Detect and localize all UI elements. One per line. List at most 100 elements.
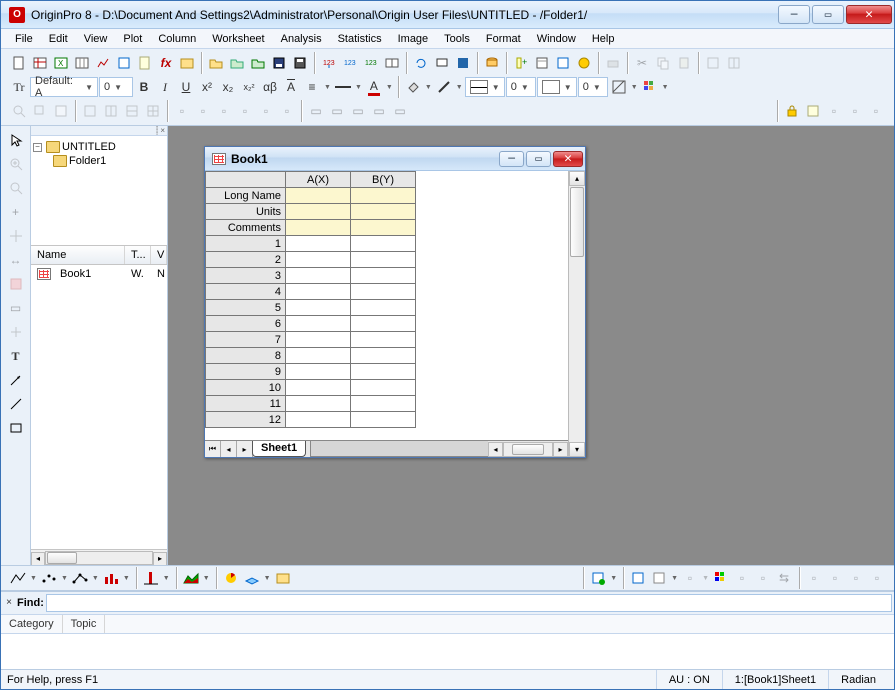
zoom-out-icon[interactable] bbox=[5, 178, 27, 198]
cell[interactable] bbox=[286, 284, 351, 300]
book-close-button[interactable]: ✕ bbox=[553, 151, 583, 167]
worksheet-grid[interactable]: A(X)B(Y) Long Name Units Comments 123456… bbox=[205, 171, 416, 428]
merge-icon[interactable]: ▫ bbox=[680, 568, 700, 588]
recalc-icon[interactable] bbox=[453, 53, 473, 73]
plot-pie-icon[interactable] bbox=[221, 568, 241, 588]
line-style-dropdown-icon[interactable]: ▼ bbox=[354, 84, 363, 91]
menu-view[interactable]: View bbox=[76, 31, 116, 47]
tab-category[interactable]: Category bbox=[1, 615, 63, 633]
row-number[interactable]: 12 bbox=[206, 412, 286, 428]
row-number[interactable]: 10 bbox=[206, 380, 286, 396]
underline-icon[interactable]: U bbox=[176, 77, 196, 97]
border-width-select[interactable]: 0▼ bbox=[578, 77, 608, 97]
panel-4-icon[interactable]: ▫ bbox=[235, 101, 255, 121]
col-b-header[interactable]: B(Y) bbox=[351, 172, 416, 188]
palette-dropdown-icon[interactable]: ▼ bbox=[661, 84, 670, 91]
rgb-icon[interactable] bbox=[711, 568, 731, 588]
tree-collapse-icon[interactable]: − bbox=[33, 143, 42, 152]
cell[interactable] bbox=[351, 204, 416, 220]
swap-icon[interactable]: ⇆ bbox=[774, 568, 794, 588]
open-icon[interactable] bbox=[206, 53, 226, 73]
new-graph-icon[interactable] bbox=[93, 53, 113, 73]
plot-column-icon[interactable] bbox=[101, 568, 121, 588]
border-pattern-select[interactable]: ▼ bbox=[537, 77, 577, 97]
panel-2-icon[interactable]: ▫ bbox=[193, 101, 213, 121]
arrow-tool-icon[interactable] bbox=[5, 370, 27, 390]
pointer-icon[interactable] bbox=[5, 130, 27, 150]
stack-2-icon[interactable]: ▭ bbox=[327, 101, 347, 121]
bold-icon[interactable]: B bbox=[134, 77, 154, 97]
new-layout-icon[interactable] bbox=[114, 53, 134, 73]
layout-b-icon[interactable] bbox=[101, 101, 121, 121]
menu-window[interactable]: Window bbox=[529, 31, 584, 47]
cell[interactable] bbox=[351, 412, 416, 428]
panel-3-icon[interactable]: ▫ bbox=[214, 101, 234, 121]
cell[interactable] bbox=[286, 236, 351, 252]
tree-root[interactable]: − UNTITLED bbox=[33, 140, 165, 154]
menu-file[interactable]: File bbox=[7, 31, 41, 47]
plot-column-dd-icon[interactable]: ▼ bbox=[122, 575, 131, 582]
screen-reader-icon[interactable]: + bbox=[5, 202, 27, 222]
cell[interactable] bbox=[351, 316, 416, 332]
plot-3d-icon[interactable] bbox=[242, 568, 262, 588]
paste-icon[interactable] bbox=[674, 53, 694, 73]
new-worksheet-icon[interactable] bbox=[30, 53, 50, 73]
cell[interactable] bbox=[286, 396, 351, 412]
menu-image[interactable]: Image bbox=[390, 31, 437, 47]
plot-3d-dd-icon[interactable]: ▼ bbox=[263, 575, 272, 582]
new-project-icon[interactable] bbox=[177, 53, 197, 73]
row-number[interactable]: 2 bbox=[206, 252, 286, 268]
duplicate-icon[interactable]: ▫ bbox=[866, 101, 886, 121]
row-number[interactable]: 1 bbox=[206, 236, 286, 252]
new-function-icon[interactable]: fx bbox=[156, 53, 176, 73]
layout-a-icon[interactable] bbox=[80, 101, 100, 121]
cell[interactable] bbox=[286, 268, 351, 284]
zoom-rect-icon[interactable] bbox=[30, 101, 50, 121]
sheet-tab[interactable]: Sheet1 bbox=[252, 441, 306, 457]
list-item[interactable]: Book1 W. N bbox=[31, 265, 167, 283]
palette-icon[interactable] bbox=[640, 77, 660, 97]
cell[interactable] bbox=[351, 188, 416, 204]
cell[interactable] bbox=[351, 348, 416, 364]
plot-scatter-icon[interactable] bbox=[39, 568, 59, 588]
cell[interactable] bbox=[286, 188, 351, 204]
row-number[interactable]: 3 bbox=[206, 268, 286, 284]
save-template-icon[interactable] bbox=[290, 53, 310, 73]
find-input[interactable] bbox=[46, 594, 892, 612]
fill-color-dropdown-icon[interactable]: ▼ bbox=[424, 84, 433, 91]
tree-child[interactable]: Folder1 bbox=[33, 154, 165, 168]
align-dropdown-icon[interactable]: ▼ bbox=[323, 84, 332, 91]
cell[interactable] bbox=[351, 364, 416, 380]
sheet-hscroll[interactable]: ◂▸ bbox=[488, 441, 568, 457]
greek-icon[interactable]: αβ bbox=[260, 77, 280, 97]
new-matrix-icon[interactable] bbox=[72, 53, 92, 73]
col-view[interactable]: V bbox=[151, 246, 167, 264]
open-template-icon[interactable] bbox=[227, 53, 247, 73]
new-layer-icon[interactable] bbox=[588, 568, 608, 588]
hatch-dropdown-icon[interactable]: ▼ bbox=[630, 84, 639, 91]
menu-worksheet[interactable]: Worksheet bbox=[204, 31, 272, 47]
stack-5-icon[interactable]: ▭ bbox=[390, 101, 410, 121]
cell[interactable] bbox=[351, 220, 416, 236]
cell[interactable] bbox=[286, 300, 351, 316]
close-button[interactable]: ✕ bbox=[846, 5, 892, 24]
layout-grid-icon[interactable] bbox=[703, 53, 723, 73]
menu-statistics[interactable]: Statistics bbox=[330, 31, 390, 47]
col-type[interactable]: T... bbox=[125, 246, 151, 264]
menu-analysis[interactable]: Analysis bbox=[273, 31, 330, 47]
cell[interactable] bbox=[351, 396, 416, 412]
menu-tools[interactable]: Tools bbox=[436, 31, 478, 47]
fill-color-icon[interactable] bbox=[403, 77, 423, 97]
code-builder-icon[interactable] bbox=[553, 53, 573, 73]
notes-y-icon[interactable] bbox=[803, 101, 823, 121]
cell[interactable] bbox=[351, 268, 416, 284]
open-excel-icon[interactable] bbox=[248, 53, 268, 73]
cell[interactable] bbox=[351, 380, 416, 396]
subscript-icon[interactable]: x₂ bbox=[218, 77, 238, 97]
batch-icon[interactable] bbox=[382, 53, 402, 73]
row-number[interactable]: 11 bbox=[206, 396, 286, 412]
col-a-header[interactable]: A(X) bbox=[286, 172, 351, 188]
layer-b-icon[interactable]: ▫ bbox=[753, 568, 773, 588]
line-color-icon[interactable] bbox=[434, 77, 454, 97]
find-close-icon[interactable]: × bbox=[3, 597, 15, 609]
